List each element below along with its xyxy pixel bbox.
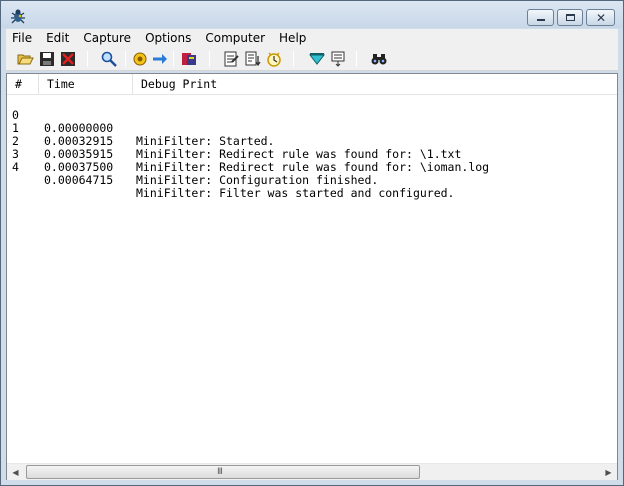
column-header-debug-print[interactable]: Debug Print	[133, 74, 617, 95]
binoculars-icon[interactable]	[370, 50, 388, 68]
filter-icon[interactable]	[180, 50, 198, 68]
options-icon[interactable]	[329, 50, 347, 68]
row-message: MiniFilter: Filter was started and confi…	[136, 186, 455, 200]
table-row[interactable]: 1 0.00032915 MiniFilter: Redirect rule w…	[7, 109, 617, 161]
title-bar[interactable]: ✕	[1, 1, 623, 28]
menu-computer[interactable]: Computer	[198, 29, 272, 47]
menu-capture[interactable]: Capture	[76, 29, 138, 47]
capture-icon[interactable]	[131, 50, 149, 68]
column-header-time[interactable]: Time	[39, 74, 133, 95]
highlight-icon[interactable]	[308, 50, 326, 68]
menu-options[interactable]: Options	[138, 29, 198, 47]
maximize-icon	[566, 14, 575, 21]
column-header-row: # Time Debug Print	[7, 74, 617, 95]
row-number: 4	[12, 160, 19, 174]
table-row[interactable]: 4 0.00064715 MiniFilter: Filter was star…	[7, 148, 617, 200]
app-bug-icon	[10, 8, 26, 24]
row-time: 0.00064715	[44, 173, 114, 187]
horizontal-scrollbar[interactable]: ◀ III ▶	[7, 463, 617, 480]
debug-output-list[interactable]: # Time Debug Print 0 0.00000000 MiniFilt…	[6, 73, 618, 480]
table-row[interactable]: 3 0.00037500 MiniFilter: Configuration f…	[7, 135, 617, 187]
maximize-button[interactable]	[557, 9, 583, 26]
toolbar-separator	[87, 51, 88, 67]
autoscroll-icon[interactable]	[151, 50, 169, 68]
open-icon[interactable]	[16, 50, 34, 68]
minimize-button[interactable]	[527, 9, 554, 26]
scrollbar-grip: III	[217, 467, 223, 477]
toolbar-separator	[356, 51, 357, 67]
save-icon[interactable]	[38, 50, 56, 68]
scroll-right-arrow-icon[interactable]: ▶	[600, 464, 617, 481]
minimize-icon	[537, 19, 545, 21]
menu-file[interactable]: File	[6, 29, 39, 47]
toolbar	[6, 47, 618, 71]
table-row[interactable]: 0 0.00000000 MiniFilter: Started.	[7, 96, 617, 148]
table-row[interactable]: 2 0.00035915 MiniFilter: Redirect rule w…	[7, 122, 617, 174]
toolbar-separator	[125, 51, 126, 67]
toolbar-separator	[173, 51, 174, 67]
toolbar-separator	[209, 51, 210, 67]
copy-icon[interactable]	[244, 50, 262, 68]
log-icon[interactable]	[222, 50, 240, 68]
menu-bar: File Edit Capture Options Computer Help	[6, 29, 618, 47]
menu-help[interactable]: Help	[272, 29, 313, 47]
find-icon[interactable]	[100, 50, 118, 68]
scroll-left-arrow-icon[interactable]: ◀	[7, 464, 24, 481]
close-button[interactable]: ✕	[586, 9, 615, 26]
clear-icon[interactable]	[59, 50, 77, 68]
scrollbar-thumb[interactable]: III	[26, 465, 420, 479]
menu-edit[interactable]: Edit	[39, 29, 76, 47]
log-rows: 0 0.00000000 MiniFilter: Started. 1 0.00…	[7, 96, 617, 200]
close-icon: ✕	[596, 11, 607, 25]
timestamp-icon[interactable]	[265, 50, 283, 68]
app-window: ✕ File Edit Capture Options Computer Hel…	[0, 0, 624, 486]
toolbar-separator	[293, 51, 294, 67]
column-header-number[interactable]: #	[7, 74, 39, 95]
